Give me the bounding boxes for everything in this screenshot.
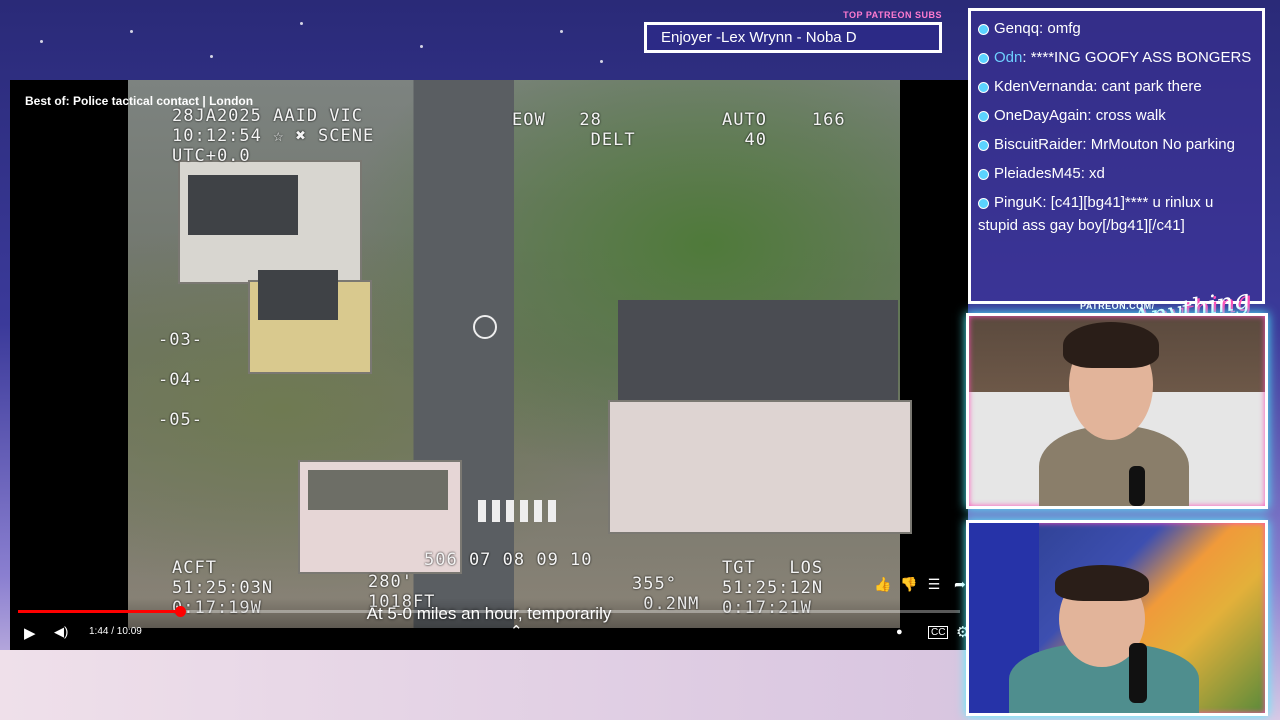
chat-text: : cross walk xyxy=(1087,107,1166,124)
road-marking-20 xyxy=(473,315,497,339)
chevron-up-icon[interactable]: ⌃ xyxy=(510,622,523,640)
person-hair xyxy=(1063,322,1159,368)
top-patreon-subs-label: TOP PATREON SUBS xyxy=(843,10,942,20)
chat-text: : ****ING GOOFY ASS BONGERS xyxy=(1022,49,1252,66)
microphone-icon xyxy=(1129,643,1147,703)
roof-shape xyxy=(308,470,448,510)
terrace-houses xyxy=(608,400,912,534)
osd-scale-05: -05- xyxy=(158,410,203,430)
webcam-streamer-2 xyxy=(966,520,1268,716)
badge-icon xyxy=(978,168,989,180)
chat-message: PinguK: [c41][bg41]**** u rinlux u stupi… xyxy=(971,191,1262,237)
progress-scrubber[interactable] xyxy=(175,606,187,617)
roof-shape xyxy=(258,270,338,320)
badge-icon xyxy=(978,52,989,64)
chat-message: PleiadesM45: xd xyxy=(971,162,1262,185)
badge-icon xyxy=(978,197,989,209)
progress-bar[interactable] xyxy=(18,606,960,617)
chat-message: Genqq: omfg xyxy=(971,17,1262,40)
chat-message: OneDayAgain: cross walk xyxy=(971,104,1262,127)
osd-date-time: 28JA2025 AAID VIC 10:12:54 ☆ ✖ SCENE UTC… xyxy=(172,106,375,166)
osd-auto: AUTO 166 40 xyxy=(722,110,846,150)
chat-username: PinguK xyxy=(994,194,1043,211)
progress-fill xyxy=(18,610,181,613)
chat-username: PleiadesM45 xyxy=(994,165,1081,182)
dislike-icon[interactable]: 👎 xyxy=(900,576,917,593)
chat-message: KdenVernanda: cant park there xyxy=(971,75,1262,98)
person-hair xyxy=(1055,565,1149,601)
volume-icon[interactable]: ◀) xyxy=(54,624,68,640)
zebra-crossing xyxy=(478,500,558,522)
badge-icon xyxy=(978,110,989,122)
side-actions: 👍 👎 ☰ ➦ xyxy=(874,576,968,593)
top-patreon-subs-ticker: Enjoyer -Lex Wrynn - Noba D xyxy=(644,22,942,53)
badge-icon xyxy=(978,23,989,35)
chat-username: OneDayAgain xyxy=(994,107,1088,124)
badge-icon xyxy=(978,81,989,93)
decorative-bottom-band xyxy=(0,650,968,720)
chat-username: KdenVernanda xyxy=(994,78,1094,95)
osd-ticks: 506 07 08 09 10 xyxy=(424,550,593,570)
video-subtitle: At 5-0 miles an hour, temporarily xyxy=(366,604,612,623)
top-patreon-subs: TOP PATREON SUBS Enjoyer -Lex Wrynn - No… xyxy=(644,10,942,53)
chat-text: : xd xyxy=(1080,165,1105,182)
video-title[interactable]: Best of: Police tactical contact | Londo… xyxy=(25,94,253,108)
video-player[interactable]: 28JA2025 AAID VIC 10:12:54 ☆ ✖ SCENE UTC… xyxy=(10,80,968,650)
roof-shape xyxy=(188,175,298,235)
chat-username: Genqq xyxy=(994,20,1040,37)
webcam-streamer-1 xyxy=(966,313,1268,509)
video-time: 1:44 / 10:09 xyxy=(89,626,142,637)
chat-message: Odn: ****ING GOOFY ASS BONGERS xyxy=(971,46,1262,69)
captions-icon[interactable]: CC xyxy=(928,626,949,639)
badge-icon xyxy=(978,139,989,151)
play-icon[interactable]: ▶ xyxy=(24,624,36,642)
chat-username: Odn xyxy=(994,49,1023,66)
autoplay-toggle-icon[interactable]: ● xyxy=(896,626,903,638)
chat-message: BiscuitRaider: MrMouton No parking xyxy=(971,133,1262,156)
terrace-roofs xyxy=(618,300,898,400)
chat-text: : cant park there xyxy=(1093,78,1202,95)
microphone-icon xyxy=(1129,466,1145,506)
like-icon[interactable]: 👍 xyxy=(874,576,891,593)
chat-username: BiscuitRaider xyxy=(994,136,1083,153)
osd-eow: EOW 28 DELT xyxy=(512,110,636,150)
chat-text: : omfg xyxy=(1039,20,1081,37)
chat-panel: Genqq: omfg Odn: ****ING GOOFY ASS BONGE… xyxy=(968,8,1265,304)
osd-scale-04: -04- xyxy=(158,370,203,390)
chat-text: : MrMouton No parking xyxy=(1082,136,1235,153)
comment-icon[interactable]: ☰ xyxy=(926,576,942,593)
osd-scale-03: -03- xyxy=(158,330,203,350)
video-frame[interactable]: 28JA2025 AAID VIC 10:12:54 ☆ ✖ SCENE UTC… xyxy=(128,80,912,628)
